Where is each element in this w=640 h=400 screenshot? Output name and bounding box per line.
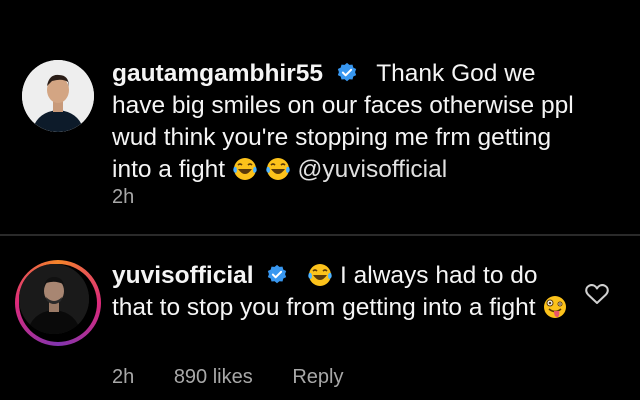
reply-button[interactable]: Reply [292,366,343,388]
comment-2: yuvisofficial I always had to do that to… [0,244,640,400]
username[interactable]: gautamgambhir55 [112,60,323,87]
comment-text: yuvisofficial I always had to do that to… [112,260,572,324]
verified-badge-icon [337,62,357,82]
heart-outline-icon[interactable] [584,282,610,306]
zany-face-icon [544,296,567,318]
verified-badge-icon [268,264,287,284]
username[interactable]: yuvisofficial [112,262,254,289]
comment-1: gautamgambhir55 Thank God we have big sm… [0,44,640,219]
timestamp: 2h [112,186,135,208]
face-with-tears-of-joy-icon [233,158,257,180]
avatar[interactable] [22,60,94,132]
comment-meta: 2h 890 likes Reply [112,366,377,389]
mention-link[interactable]: @yuvisofficial [298,156,448,183]
comment-divider [0,234,640,236]
likes-count[interactable]: 890 likes [174,366,253,388]
face-with-tears-of-joy-icon [308,264,332,286]
story-ring[interactable] [15,260,101,346]
avatar-photo-icon [22,60,94,132]
avatar-photo-icon [19,264,89,334]
avatar[interactable] [19,264,89,334]
face-with-tears-of-joy-icon [266,158,290,180]
comment-meta: 2h [112,186,168,209]
timestamp: 2h [112,366,135,388]
comment-text: gautamgambhir55 Thank God we have big sm… [112,58,592,186]
